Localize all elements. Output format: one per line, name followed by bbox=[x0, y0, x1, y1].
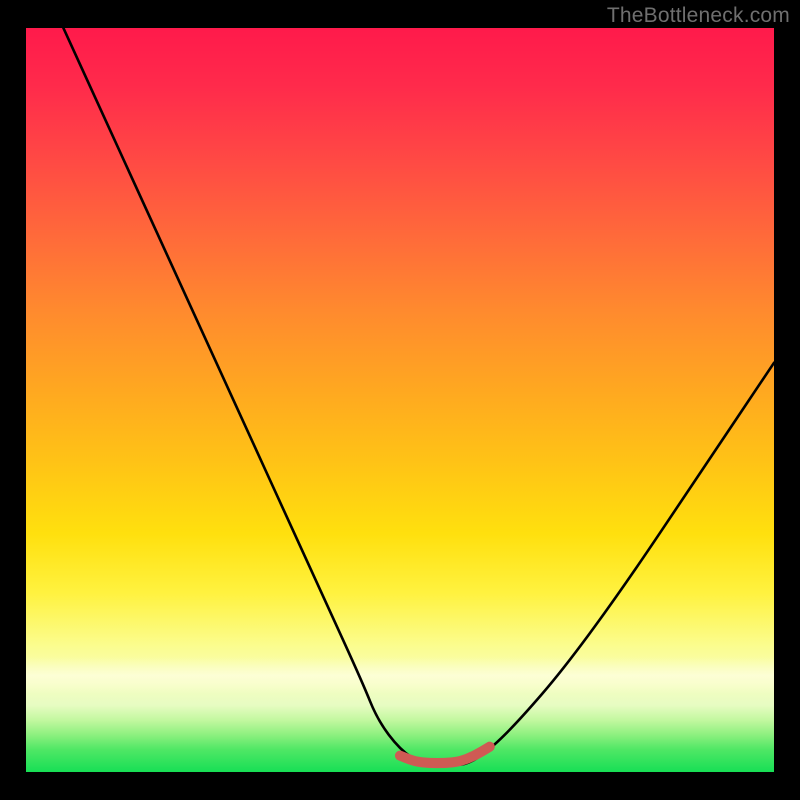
chart-stage: TheBottleneck.com bbox=[0, 0, 800, 800]
curve-layer bbox=[26, 28, 774, 772]
bottleneck-curve bbox=[63, 28, 774, 765]
plot-area bbox=[26, 28, 774, 772]
watermark-text: TheBottleneck.com bbox=[607, 4, 790, 28]
flat-bottom-accent bbox=[400, 747, 490, 763]
